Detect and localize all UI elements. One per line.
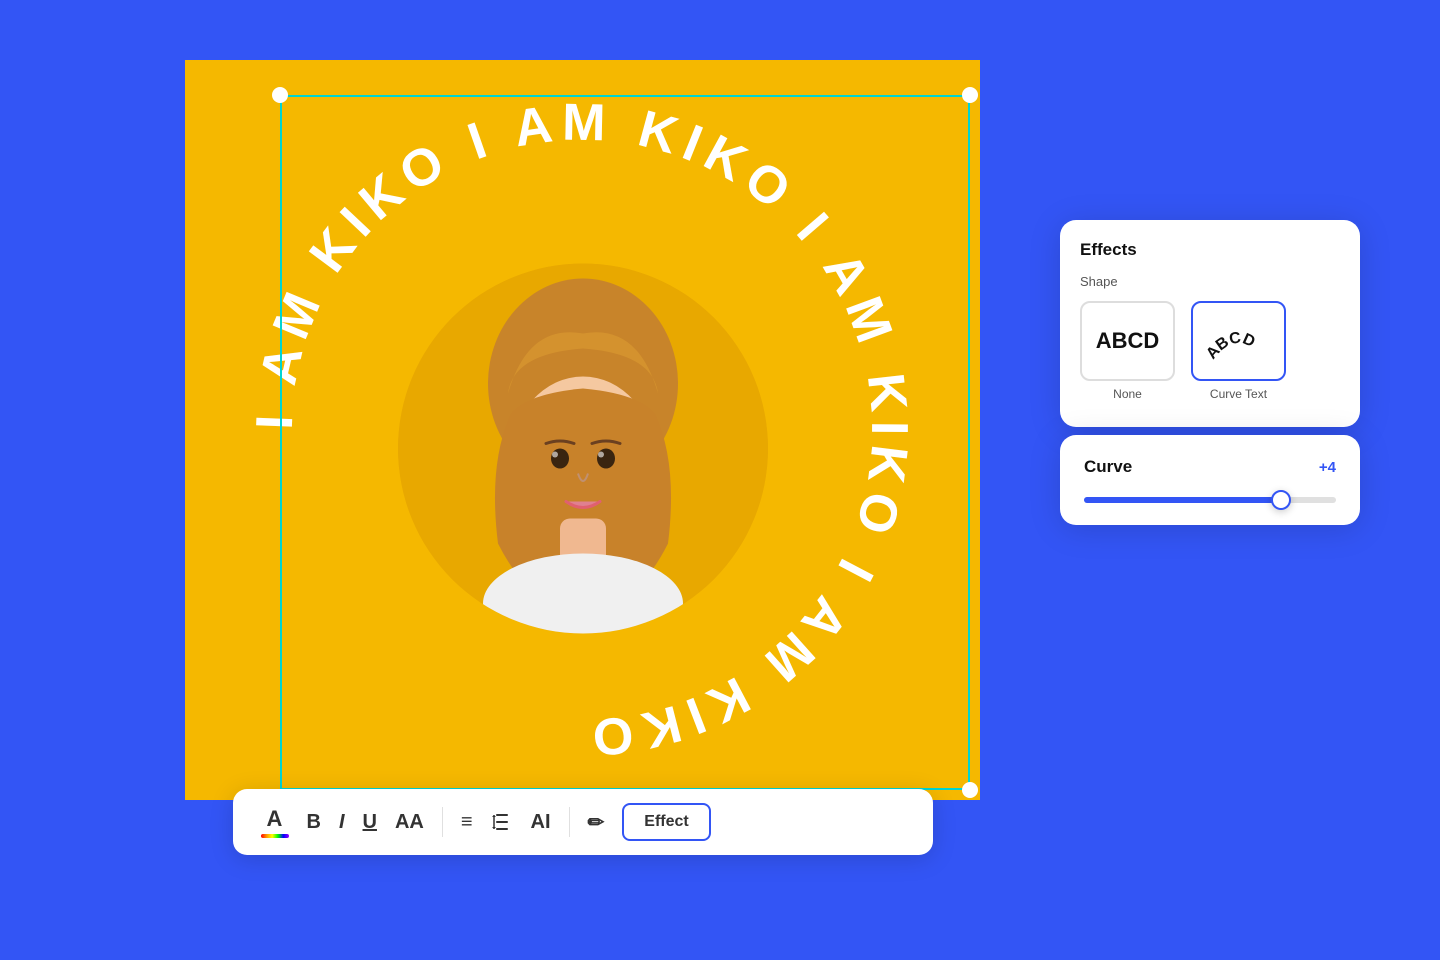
curve-value: +4 bbox=[1319, 459, 1336, 476]
effect-button[interactable]: Effect bbox=[622, 803, 710, 841]
shape-label: Shape bbox=[1080, 274, 1340, 289]
font-size-button[interactable]: AA bbox=[395, 811, 424, 834]
effects-panel: Effects Shape ABCD None ABCD Curve Text bbox=[1060, 220, 1360, 427]
curve-title: Curve bbox=[1084, 457, 1132, 477]
shape-curve-text[interactable]: ABCD Curve Text bbox=[1191, 301, 1286, 401]
font-color-button[interactable]: A bbox=[261, 806, 289, 838]
ai-button[interactable]: AI bbox=[531, 811, 551, 834]
bold-button[interactable]: B bbox=[307, 811, 321, 834]
shape-curve-text-label: Curve Text bbox=[1210, 387, 1267, 401]
curve-slider-thumb[interactable] bbox=[1271, 490, 1291, 510]
shape-none-box[interactable]: ABCD bbox=[1080, 301, 1175, 381]
italic-button[interactable]: I bbox=[339, 811, 345, 834]
separator-1 bbox=[442, 807, 443, 837]
toolbar: A B I U AA ≡ AI ✏ bbox=[233, 789, 933, 855]
shape-none[interactable]: ABCD None bbox=[1080, 301, 1175, 401]
handle-top-right[interactable] bbox=[962, 87, 978, 103]
handle-top-left[interactable] bbox=[272, 87, 288, 103]
svg-text:I AM KIKO I AM KIKO I AM KIKO: I AM KIKO I AM KIKO I AM KIKO I AM KIKO bbox=[246, 94, 919, 767]
shape-curve-text-box[interactable]: ABCD bbox=[1191, 301, 1286, 381]
svg-text:ABCD: ABCD bbox=[1203, 329, 1257, 362]
effects-title: Effects bbox=[1080, 240, 1340, 260]
line-height-button[interactable] bbox=[491, 811, 513, 833]
separator-2 bbox=[569, 807, 570, 837]
shape-none-label: None bbox=[1113, 387, 1142, 401]
highlight-button[interactable]: ✏ bbox=[588, 810, 605, 835]
underline-button[interactable]: U bbox=[363, 811, 377, 834]
align-button[interactable]: ≡ bbox=[461, 811, 473, 834]
rainbow-bar bbox=[261, 834, 289, 838]
curve-slider-fill bbox=[1084, 497, 1281, 503]
curve-panel: Curve +4 bbox=[1060, 435, 1360, 525]
curve-slider-track[interactable] bbox=[1084, 497, 1336, 503]
canvas-background: I AM KIKO I AM KIKO I AM KIKO I AM KIKO bbox=[185, 60, 980, 800]
shape-options: ABCD None ABCD Curve Text bbox=[1080, 301, 1340, 401]
curved-text-svg: I AM KIKO I AM KIKO I AM KIKO I AM KIKO bbox=[185, 60, 980, 800]
curve-header: Curve +4 bbox=[1084, 457, 1336, 477]
canvas-container: I AM KIKO I AM KIKO I AM KIKO I AM KIKO bbox=[185, 60, 980, 800]
handle-bottom-right[interactable] bbox=[962, 782, 978, 798]
